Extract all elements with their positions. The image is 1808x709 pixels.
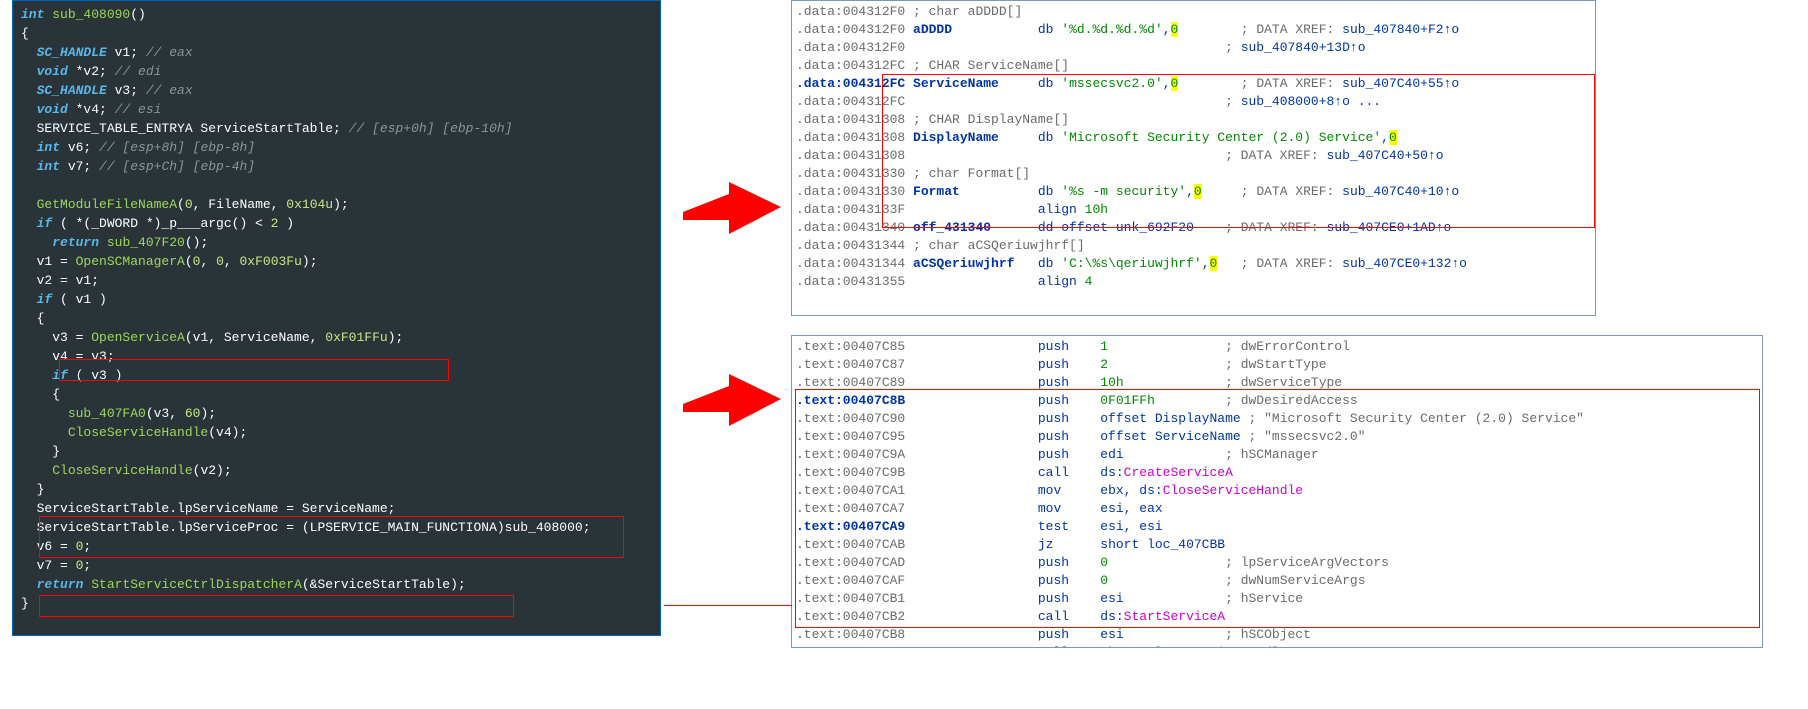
- pseudocode-content: int sub_408090() { SC_HANDLE v1; // eax …: [13, 1, 660, 617]
- arrow-icon: [675, 370, 783, 428]
- text-section-panel: .text:00407C85 push 1 ; dwErrorControl .…: [791, 335, 1763, 648]
- connector-line: [664, 605, 792, 606]
- pseudocode-panel: int sub_408090() { SC_HANDLE v1; // eax …: [12, 0, 661, 636]
- text-section-content: .text:00407C85 push 1 ; dwErrorControl .…: [792, 336, 1762, 648]
- arrow-icon: [675, 178, 783, 236]
- data-section-content: .data:004312F0 ; char aDDDD[] .data:0043…: [792, 1, 1595, 293]
- data-section-panel: .data:004312F0 ; char aDDDD[] .data:0043…: [791, 0, 1596, 316]
